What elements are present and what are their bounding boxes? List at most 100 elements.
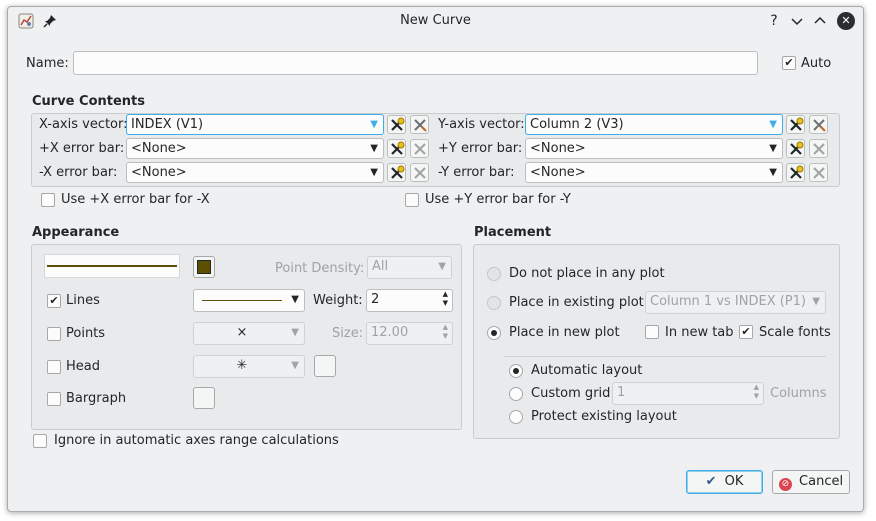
chevron-down-icon: ▼ — [370, 119, 378, 130]
no-place-label: Do not place in any plot — [509, 266, 665, 281]
minus-x-error-combo[interactable]: <None> ▼ — [126, 162, 384, 183]
bargraph-label: Bargraph — [66, 391, 127, 406]
name-label: Name: — [26, 56, 69, 71]
ok-button[interactable]: ✔ OK — [686, 470, 763, 494]
custom-grid-label: Custom grid — [531, 386, 611, 401]
new-plot-radio[interactable] — [487, 326, 501, 340]
spin-arrows-icon: ▲ ▼ — [442, 323, 448, 340]
custom-grid-spinbox[interactable]: 1 ▲ ▼ — [612, 382, 764, 405]
maximize-button[interactable] — [810, 11, 830, 31]
size-spinbox[interactable]: 12.00 ▲ ▼ — [366, 322, 453, 345]
auto-checkbox[interactable]: ✔ — [782, 56, 796, 70]
color-button[interactable] — [193, 256, 215, 278]
minus-y-error-label: -Y error bar: — [438, 165, 515, 180]
spin-arrows-icon: ▲ ▼ — [753, 383, 759, 400]
ignore-range-label: Ignore in automatic axes range calculati… — [54, 433, 339, 448]
custom-grid-radio[interactable] — [509, 387, 523, 401]
cancel-button[interactable]: ⊘ Cancel — [772, 470, 850, 494]
edit-vector-button[interactable] — [786, 163, 805, 182]
title-bar: New Curve ? ✕ — [8, 7, 863, 35]
color-swatch — [197, 260, 211, 274]
auto-layout-label: Automatic layout — [531, 363, 643, 378]
chevron-down-icon: ▼ — [769, 143, 777, 154]
new-vector-button[interactable] — [809, 139, 828, 158]
points-label: Points — [66, 326, 106, 341]
chevron-down-icon: ▼ — [370, 143, 378, 154]
help-button[interactable]: ? — [764, 11, 784, 31]
new-vector-button[interactable] — [410, 115, 429, 134]
no-place-radio[interactable] — [487, 267, 501, 281]
chevron-down-icon: ▼ — [291, 294, 299, 305]
edit-vector-button[interactable] — [786, 139, 805, 158]
auto-label: Auto — [801, 56, 832, 71]
x-vector-label: X-axis vector: — [39, 117, 128, 132]
scale-fonts-checkbox[interactable]: ✔ — [739, 325, 753, 339]
chevron-down-icon: ▼ — [291, 360, 299, 371]
plus-x-error-label: +X error bar: — [39, 141, 125, 156]
bargraph-checkbox[interactable] — [47, 392, 61, 406]
lines-label: Lines — [66, 293, 100, 308]
points-checkbox[interactable] — [47, 327, 61, 341]
edit-vector-button[interactable] — [387, 115, 406, 134]
plus-y-error-combo[interactable]: <None> ▼ — [525, 138, 783, 159]
new-curve-dialog: New Curve ? ✕ Name: ✔ Auto Curve Content… — [7, 6, 864, 512]
new-tab-label: In new tab — [665, 325, 734, 340]
plus-x-error-combo[interactable]: <None> ▼ — [126, 138, 384, 159]
minus-y-error-combo[interactable]: <None> ▼ — [525, 162, 783, 183]
edit-vector-button[interactable] — [387, 163, 406, 182]
existing-plot-radio[interactable] — [487, 296, 501, 310]
protect-layout-label: Protect existing layout — [531, 409, 677, 424]
minus-x-error-label: -X error bar: — [39, 165, 118, 180]
minimize-button[interactable] — [787, 11, 807, 31]
existing-plot-label: Place in existing plot — [509, 295, 644, 310]
lines-checkbox[interactable]: ✔ — [47, 294, 61, 308]
bargraph-color-button[interactable] — [193, 387, 215, 409]
chevron-down-icon: ▼ — [370, 167, 378, 178]
appearance-title: Appearance — [32, 225, 120, 240]
point-symbol-combo[interactable]: × ▼ — [193, 322, 305, 345]
y-vector-combo[interactable]: Column 2 (V3) ▼ — [525, 114, 783, 135]
columns-label: Columns — [770, 386, 827, 401]
chevron-down-icon: ▼ — [769, 119, 777, 130]
protect-layout-radio[interactable] — [509, 410, 523, 424]
head-label: Head — [66, 359, 100, 374]
use-plus-y-checkbox[interactable] — [405, 193, 419, 207]
scale-fonts-label: Scale fonts — [759, 325, 831, 340]
weight-label: Weight: — [313, 293, 363, 308]
head-symbol-combo[interactable]: ✳ ▼ — [193, 355, 305, 378]
weight-spinbox[interactable]: 2 ▲ ▼ — [366, 289, 453, 312]
auto-layout-radio[interactable] — [509, 364, 523, 378]
line-preview — [44, 254, 180, 278]
check-icon: ✔ — [705, 474, 717, 489]
curve-contents-title: Curve Contents — [32, 94, 145, 109]
new-vector-button[interactable] — [410, 139, 429, 158]
line-style-combo[interactable]: ▼ — [193, 289, 305, 312]
point-density-combo[interactable]: All ▼ — [367, 256, 452, 279]
chevron-down-icon: ▼ — [291, 327, 299, 338]
new-vector-button[interactable] — [809, 115, 828, 134]
size-label: Size: — [332, 326, 364, 341]
chevron-down-icon: ▼ — [812, 296, 820, 307]
placement-title: Placement — [474, 225, 552, 240]
use-plus-x-label: Use +X error bar for -X — [61, 192, 210, 207]
y-vector-label: Y-axis vector: — [438, 117, 525, 132]
new-plot-label: Place in new plot — [509, 325, 620, 340]
head-checkbox[interactable] — [47, 360, 61, 374]
new-vector-button[interactable] — [809, 163, 828, 182]
use-plus-y-label: Use +Y error bar for -Y — [425, 192, 571, 207]
name-input[interactable] — [73, 51, 758, 75]
x-vector-combo[interactable]: INDEX (V1) ▼ — [126, 114, 384, 135]
window-title: New Curve — [400, 13, 471, 28]
new-vector-button[interactable] — [410, 163, 429, 182]
edit-vector-button[interactable] — [786, 115, 805, 134]
cancel-icon: ⊘ — [778, 478, 792, 491]
edit-vector-button[interactable] — [387, 139, 406, 158]
head-color-button[interactable] — [314, 355, 336, 377]
spin-arrows-icon: ▲ ▼ — [442, 290, 448, 307]
ignore-range-checkbox[interactable] — [33, 434, 47, 448]
close-button[interactable]: ✕ — [837, 12, 855, 30]
existing-plot-combo[interactable]: Column 1 vs INDEX (P1) ▼ — [645, 291, 826, 314]
use-plus-x-checkbox[interactable] — [41, 193, 55, 207]
new-tab-checkbox[interactable] — [645, 325, 659, 339]
plus-y-error-label: +Y error bar: — [438, 141, 523, 156]
